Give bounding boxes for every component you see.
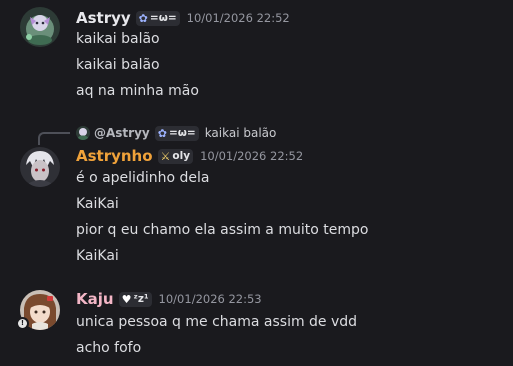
username-astryy[interactable]: Astryy [76, 9, 131, 27]
username-astrynho[interactable]: Astrynho [76, 147, 153, 165]
avatar-astrynho[interactable] [20, 147, 60, 187]
message-line: é o apelidinho dela [76, 170, 210, 186]
avatar-astryy-image [20, 7, 60, 47]
reply-guild-tag[interactable]: ✿ =ω= [154, 125, 199, 141]
avatar-astrynho-image [20, 147, 60, 187]
flower-icon: ✿ [157, 126, 167, 140]
username-kaju[interactable]: Kaju [76, 290, 114, 308]
message-header-astrynho: Astrynho ⚔ oly 10/01/2026 22:52 [76, 146, 303, 166]
message-line: KaiKai [76, 248, 119, 264]
message-line: aq na minha mão [76, 83, 199, 99]
message-header-astryy: Astryy ✿ =ω= 10/01/2026 22:52 [76, 8, 290, 28]
message-line: unica pessoa q me chama assim de vdd [76, 314, 358, 330]
chat-messages: Astryy ✿ =ω= 10/01/2026 22:52 kaikai bal… [0, 0, 513, 366]
message-line: KaiKai [76, 196, 119, 212]
reply-username[interactable]: @Astryy [94, 126, 150, 140]
flower-icon: ✿ [138, 11, 148, 25]
status-indicator: ! [18, 319, 27, 328]
timestamp: 10/01/2026 22:53 [158, 292, 262, 306]
guild-tag-text: =ω= [149, 12, 177, 24]
message-header-kaju: Kaju ♥ ᶻz¹ 10/01/2026 22:53 [76, 289, 262, 309]
timestamp: 10/01/2026 22:52 [186, 11, 290, 25]
guild-tag-kaju[interactable]: ♥ ᶻz¹ [118, 291, 152, 307]
message-line: kaikai balão [76, 57, 160, 73]
guild-tag-astrynho[interactable]: ⚔ oly [157, 148, 194, 164]
reply-spine [38, 132, 70, 145]
avatar-astryy[interactable] [20, 7, 60, 47]
reply-avatar-astryy [76, 126, 90, 140]
guild-tag-astryy[interactable]: ✿ =ω= [135, 10, 180, 26]
heart-icon: ♥ [121, 292, 132, 306]
guild-tag-text: oly [172, 150, 191, 162]
status-badge: ! [16, 317, 29, 330]
guild-tag-text: ᶻz¹ [133, 293, 149, 305]
sword-icon: ⚔ [160, 149, 171, 163]
reply-preview[interactable]: @Astryy ✿ =ω= kaikai balão [76, 124, 276, 142]
message-line: acho fofo [76, 340, 142, 356]
message-line: pior q eu chamo ela assim a muito tempo [76, 222, 369, 238]
guild-tag-text: =ω= [168, 127, 196, 139]
timestamp: 10/01/2026 22:52 [200, 149, 304, 163]
message-line: kaikai balão [76, 31, 160, 47]
reply-text[interactable]: kaikai balão [205, 126, 277, 140]
